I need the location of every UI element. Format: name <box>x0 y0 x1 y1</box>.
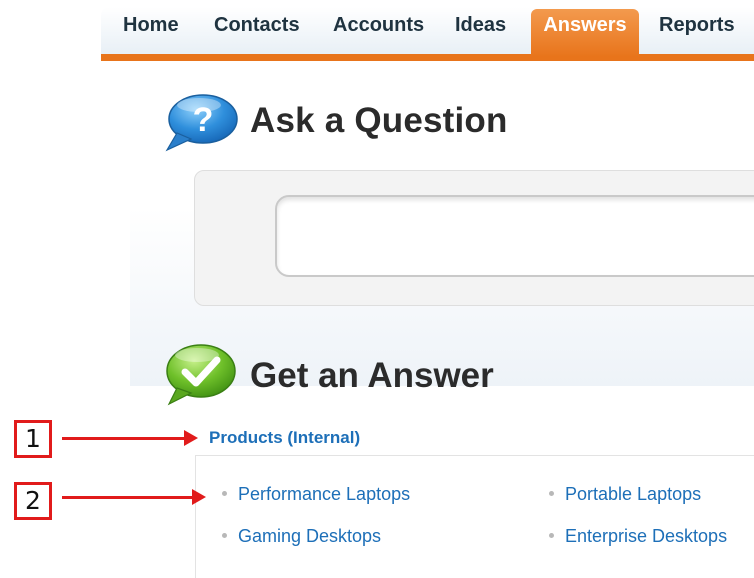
bullet-icon <box>222 491 227 496</box>
tab-accounts[interactable]: Accounts <box>333 14 424 37</box>
question-bubble-icon: ? <box>165 94 238 152</box>
item-performance-laptops[interactable]: Performance Laptops <box>238 484 410 505</box>
question-input[interactable] <box>275 195 754 277</box>
tab-bar <box>101 7 754 58</box>
item-gaming-desktops[interactable]: Gaming Desktops <box>238 526 381 547</box>
category-link[interactable]: Products (Internal) <box>209 428 360 448</box>
tab-reports[interactable]: Reports <box>659 14 735 37</box>
get-answer-heading: Get an Answer <box>250 356 494 395</box>
tab-ideas[interactable]: Ideas <box>455 14 506 37</box>
tab-home[interactable]: Home <box>123 14 179 37</box>
screenshot: Home Contacts Accounts Ideas Answers Rep… <box>0 0 754 578</box>
bullet-icon <box>222 533 227 538</box>
category-list <box>195 455 754 578</box>
arrow-head-icon <box>192 489 206 505</box>
callout-1-arrow <box>62 437 186 440</box>
ask-question-heading: Ask a Question <box>250 101 508 140</box>
callout-2-arrow <box>62 496 194 499</box>
tab-answers-label: Answers <box>543 14 627 36</box>
tab-contacts[interactable]: Contacts <box>214 14 300 37</box>
checkmark-bubble-icon <box>166 344 236 406</box>
tab-answers[interactable]: Answers <box>531 9 639 57</box>
callout-2: 2 <box>14 482 52 520</box>
svg-text:?: ? <box>193 101 214 139</box>
callout-1: 1 <box>14 420 52 458</box>
bullet-icon <box>549 491 554 496</box>
item-enterprise-desktops[interactable]: Enterprise Desktops <box>565 526 727 547</box>
item-portable-laptops[interactable]: Portable Laptops <box>565 484 701 505</box>
bullet-icon <box>549 533 554 538</box>
arrow-head-icon <box>184 430 198 446</box>
tab-bar-underline <box>101 54 754 61</box>
